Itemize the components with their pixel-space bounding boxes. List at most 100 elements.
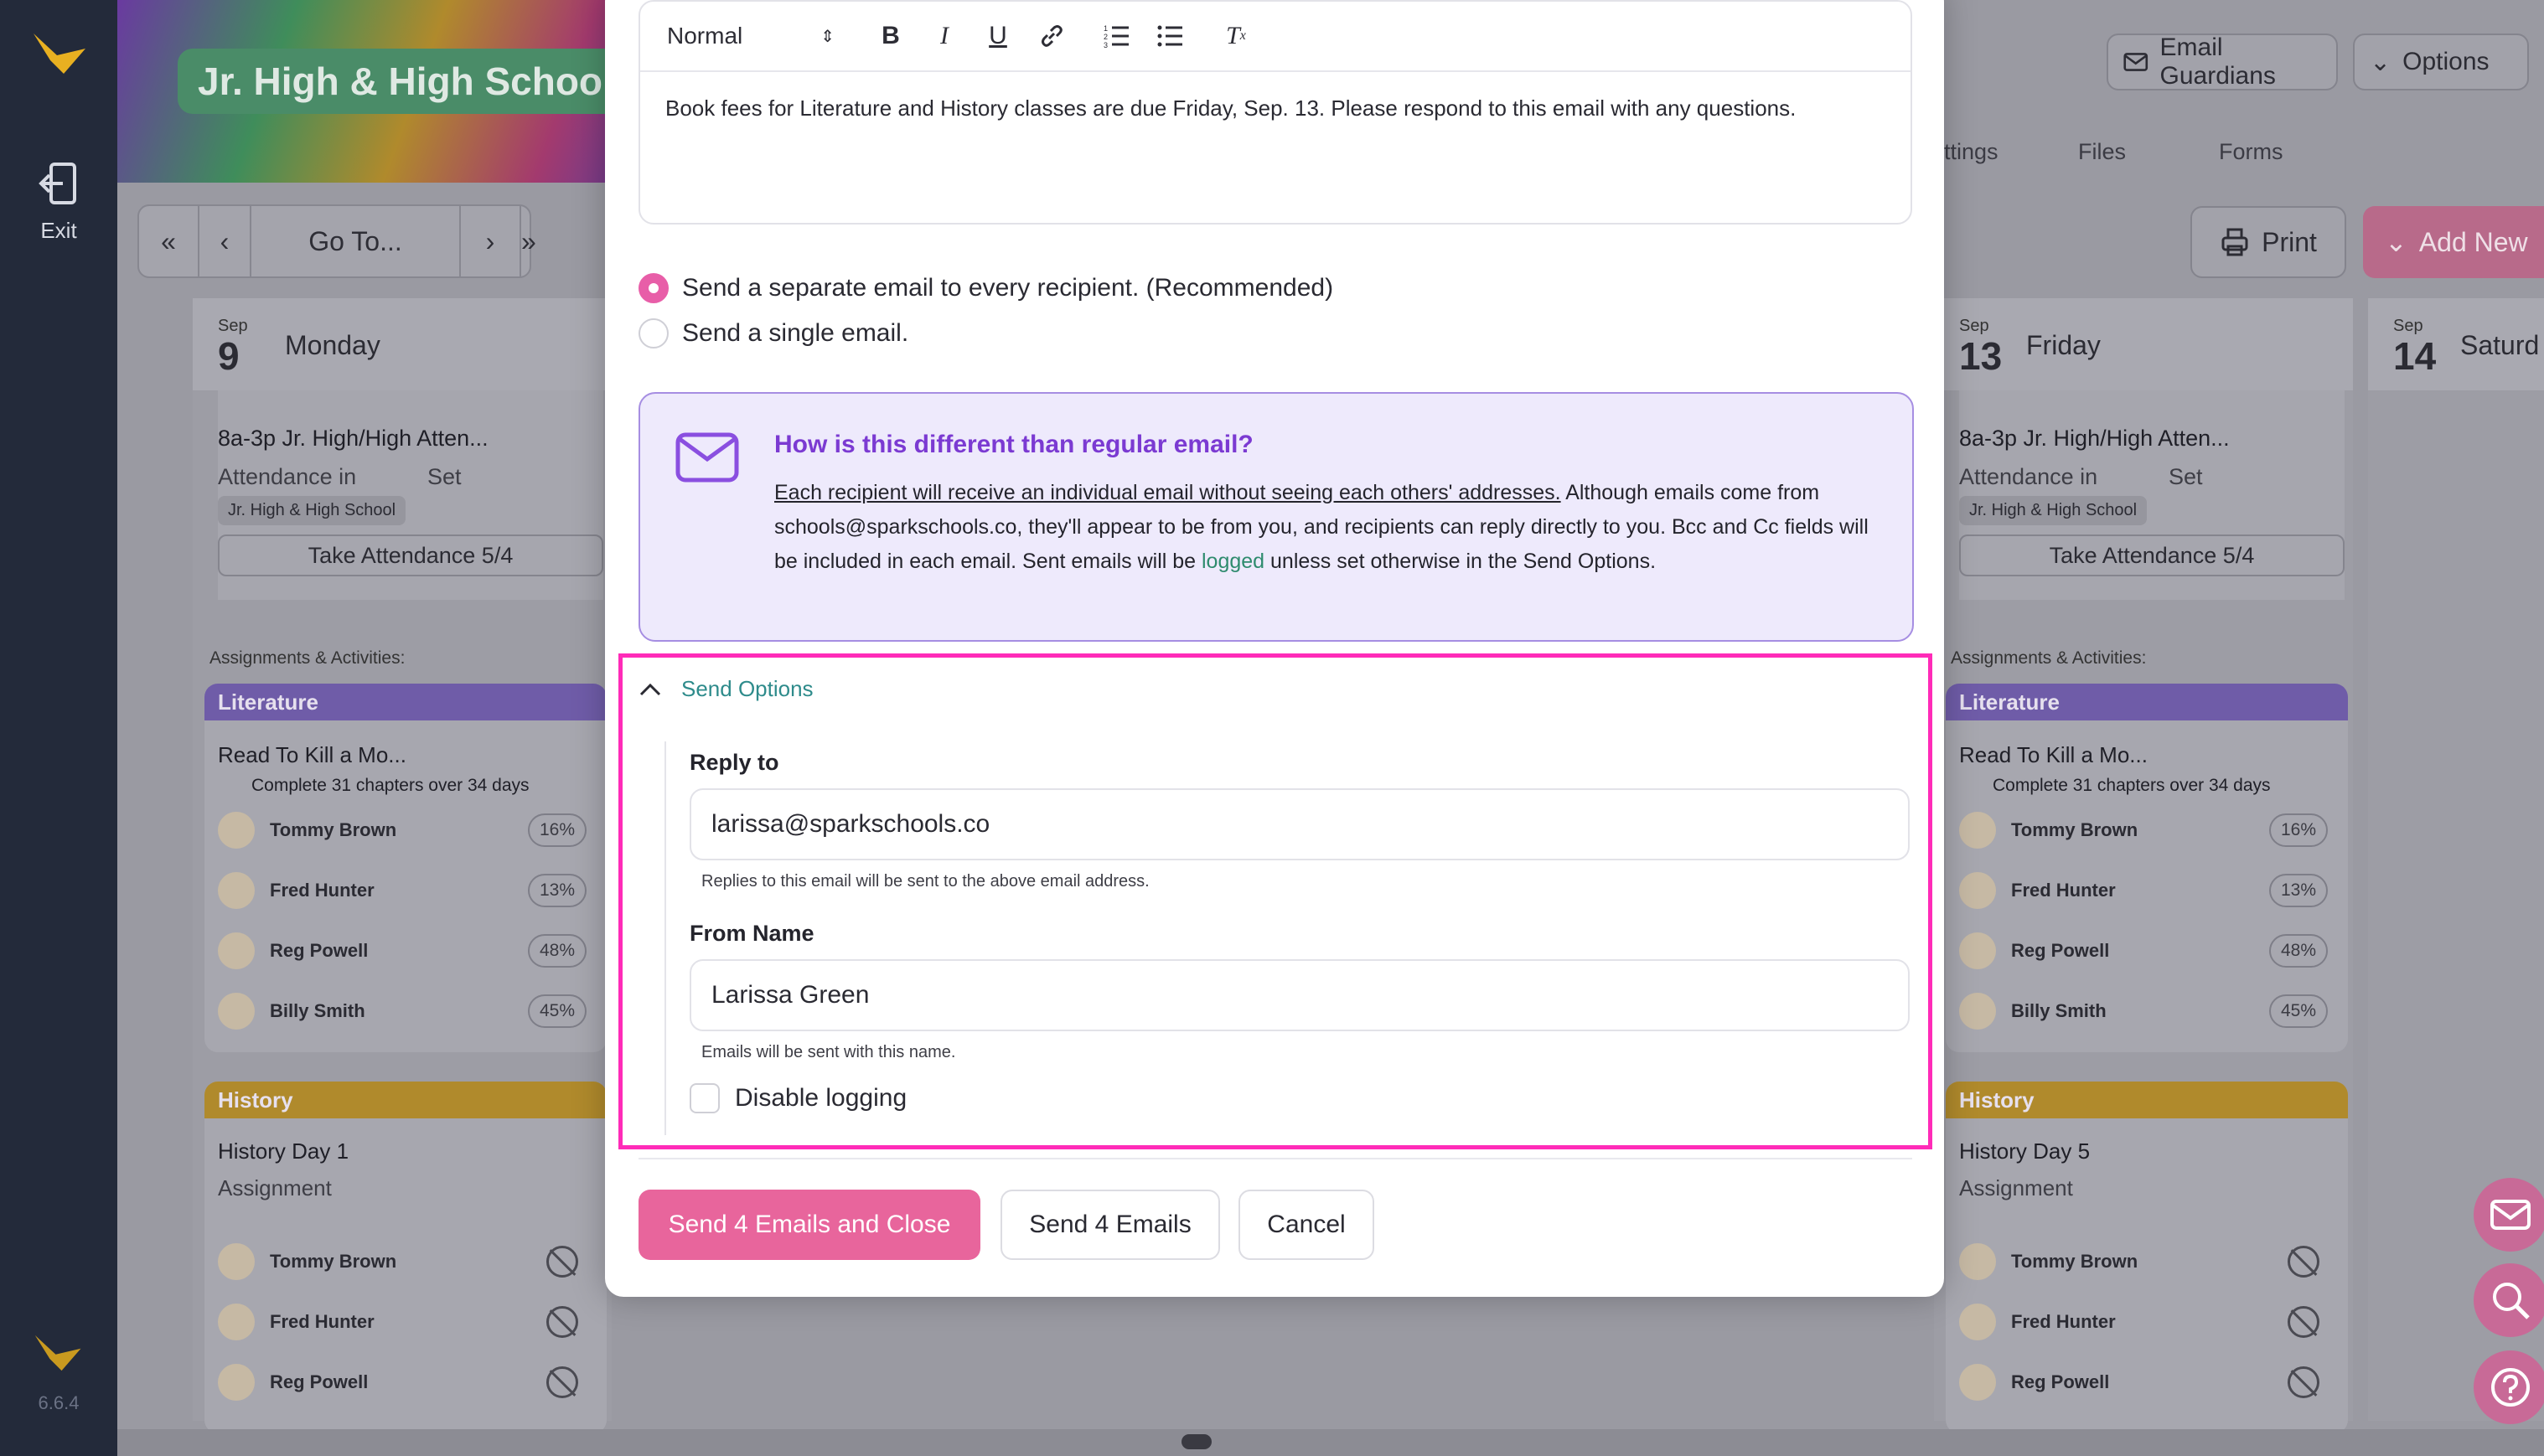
progress-badge: 45% (2269, 994, 2328, 1028)
take-attendance-button[interactable]: Take Attendance 5/4 (218, 534, 603, 576)
assignment-type: Assignment (218, 1175, 332, 1200)
student-row: Billy Smith 45% (218, 990, 587, 1032)
tab-files[interactable]: Files (2078, 139, 2126, 165)
cancel-button[interactable]: Cancel (1238, 1190, 1374, 1260)
send-button[interactable]: Send 4 Emails (1001, 1190, 1220, 1260)
nav-next-button[interactable]: › (461, 205, 521, 277)
avatar (1959, 812, 1996, 849)
clear-format-icon[interactable]: Tx (1222, 22, 1250, 50)
svg-text:2: 2 (1104, 33, 1108, 41)
disable-logging-checkbox[interactable]: Disable logging (690, 1083, 907, 1113)
radio-unselected[interactable] (639, 318, 669, 349)
underline-icon[interactable]: U (984, 22, 1012, 50)
info-text: Each recipient will receive an individua… (774, 476, 1872, 579)
envelope-icon (675, 432, 739, 483)
from-name-input[interactable]: Larissa Green (690, 959, 1910, 1031)
from-name-help: Emails will be sent with this name. (701, 1043, 956, 1061)
svg-text:3: 3 (1104, 41, 1108, 49)
excused-icon[interactable] (2288, 1366, 2319, 1398)
progress-badge: 48% (2269, 934, 2328, 968)
format-select[interactable]: Normal ⇕ (667, 23, 851, 49)
excused-icon[interactable] (546, 1366, 578, 1398)
take-attendance-button[interactable]: Take Attendance 5/4 (1959, 534, 2345, 576)
bullet-list-icon[interactable] (1156, 22, 1185, 50)
bold-icon[interactable]: B (876, 22, 905, 50)
format-value: Normal (667, 23, 743, 49)
date-navigator: « ‹ Go To... › » (137, 204, 536, 278)
ordered-list-icon[interactable]: 123 (1103, 22, 1131, 50)
student-row: Tommy Brown 16% (218, 809, 587, 851)
avatar (1959, 993, 1996, 1030)
day-number: 13 (1959, 334, 2003, 378)
assignments-label: Assignments & Activities: (1951, 648, 2147, 668)
subject-header: History (1946, 1082, 2348, 1118)
assignment-title[interactable]: History Day 1 (218, 1138, 349, 1164)
radio-separate-email[interactable]: Send a separate email to every recipient… (639, 273, 1333, 303)
nav-last-button[interactable]: » (521, 205, 536, 277)
goal-title[interactable]: Read To Kill a Mo... (218, 742, 406, 768)
italic-icon[interactable]: I (930, 22, 959, 50)
options-button[interactable]: ⌄ Options (2353, 34, 2529, 90)
attendance-title[interactable]: 8a-3p Jr. High/High Atten... (1959, 426, 2230, 452)
send-options-section: Send Options Reply to larissa@sparkschoo… (618, 653, 1932, 1149)
goto-button[interactable]: Go To... (251, 205, 461, 277)
literature-card[interactable]: Literature Read To Kill a Mo... Complete… (204, 684, 607, 1052)
excused-icon[interactable] (546, 1246, 578, 1278)
attendance-set-link[interactable]: Set (2169, 464, 2203, 490)
day-column-monday: Sep 9 Monday 8a-3p Jr. High/High Atten..… (193, 298, 612, 1433)
email-fab[interactable] (2474, 1178, 2544, 1252)
student-name: Tommy Brown (2011, 1251, 2138, 1272)
reply-to-label: Reply to (690, 750, 779, 775)
student-name: Tommy Brown (270, 1251, 397, 1272)
student-name: Reg Powell (2011, 940, 2110, 961)
reply-to-input[interactable]: larissa@sparkschools.co (690, 788, 1910, 860)
horizontal-scrollbar[interactable] (117, 1429, 2544, 1456)
assignment-title[interactable]: History Day 5 (1959, 1138, 2090, 1164)
scrollbar-thumb[interactable] (1182, 1434, 1212, 1449)
link-icon[interactable] (1037, 22, 1066, 50)
literature-card[interactable]: Literature Read To Kill a Mo... Complete… (1946, 684, 2348, 1052)
student-name: Fred Hunter (270, 1311, 375, 1332)
attendance-card: 8a-3p Jr. High/High Atten... Attendance … (218, 390, 603, 600)
search-fab[interactable] (2474, 1263, 2544, 1337)
email-body-text[interactable]: Book fees for Literature and History cla… (665, 96, 1796, 121)
history-card[interactable]: History History Day 5 Assignment Tommy B… (1946, 1082, 2348, 1433)
goal-title[interactable]: Read To Kill a Mo... (1959, 742, 2148, 768)
student-row: Fred Hunter (218, 1301, 587, 1343)
nav-prev-button[interactable]: ‹ (199, 205, 251, 277)
tab-settings[interactable]: ttings (1944, 139, 1998, 165)
nav-first-button[interactable]: « (139, 205, 199, 277)
add-new-button[interactable]: ⌄ Add New (2363, 206, 2544, 278)
avatar (218, 1243, 255, 1280)
send-and-close-button[interactable]: Send 4 Emails and Close (639, 1190, 980, 1260)
radio-separate-label: Send a separate email to every recipient… (682, 274, 1334, 302)
app-sidebar: Exit 6.6.4 (0, 0, 117, 1456)
checkbox[interactable] (690, 1083, 720, 1113)
radio-single-email[interactable]: Send a single email. (639, 318, 908, 349)
excused-icon[interactable] (546, 1306, 578, 1338)
info-title: How is this different than regular email… (774, 431, 1254, 458)
help-icon (2491, 1368, 2530, 1407)
excused-icon[interactable] (2288, 1246, 2319, 1278)
help-fab[interactable] (2474, 1350, 2544, 1424)
email-guardians-label: Email Guardians (2159, 34, 2276, 90)
attendance-set-link[interactable]: Set (427, 464, 462, 490)
attendance-title[interactable]: 8a-3p Jr. High/High Atten... (218, 426, 489, 452)
student-name: Reg Powell (2011, 1371, 2110, 1392)
tab-forms[interactable]: Forms (2219, 139, 2283, 165)
student-name: Reg Powell (270, 940, 369, 961)
send-options-label: Send Options (681, 676, 814, 701)
avatar (1959, 1243, 1996, 1280)
history-card[interactable]: History History Day 1 Assignment Tommy B… (204, 1082, 607, 1433)
email-guardians-button[interactable]: Email Guardians (2107, 34, 2338, 90)
print-button[interactable]: Print (2190, 206, 2346, 278)
logged-link[interactable]: logged (1202, 550, 1264, 573)
progress-badge: 16% (528, 813, 587, 847)
goal-description: Complete 31 chapters over 34 days (1993, 776, 2271, 795)
crown-logo-icon[interactable] (32, 30, 89, 77)
excused-icon[interactable] (2288, 1306, 2319, 1338)
exit-button[interactable]: Exit (0, 161, 117, 244)
radio-selected[interactable] (639, 273, 669, 303)
send-options-toggle[interactable]: Send Options (639, 676, 814, 702)
day-number: 9 (218, 334, 240, 378)
